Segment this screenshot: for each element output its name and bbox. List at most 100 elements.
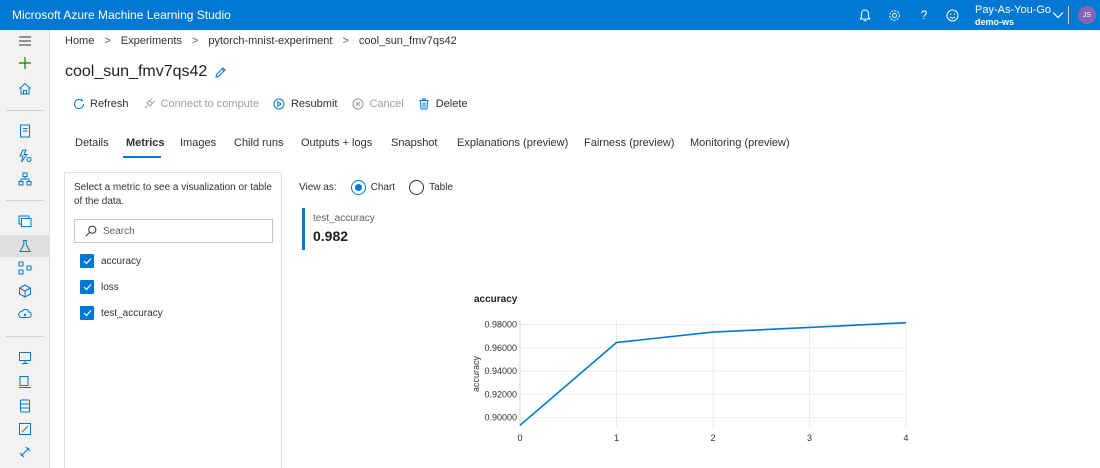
metric-checkbox-loss[interactable]: loss [80, 280, 119, 294]
models-icon[interactable] [17, 283, 33, 299]
view-as-label: View as: [299, 182, 337, 193]
metric-label: test_accuracy [101, 307, 163, 319]
breadcrumb-experiment[interactable]: pytorch-mnist-experiment [208, 35, 332, 47]
header-divider [1068, 6, 1069, 24]
linked-services-icon[interactable] [17, 444, 33, 460]
gear-icon[interactable] [886, 7, 902, 23]
avatar[interactable]: JS [1078, 6, 1096, 24]
experiments-icon[interactable] [0, 235, 49, 257]
compute-icon[interactable] [17, 350, 33, 366]
command-bar: Refresh Connect to compute Resubmit Canc… [72, 97, 482, 110]
metric-summary-card: test_accuracy 0.982 [302, 208, 422, 250]
chevron-down-icon[interactable] [1050, 7, 1066, 23]
chevron-right-icon: > [342, 35, 349, 47]
resubmit-button[interactable]: Resubmit [273, 97, 337, 110]
trash-icon [418, 97, 431, 110]
pipelines-icon[interactable] [17, 260, 33, 276]
plus-icon[interactable] [17, 55, 33, 71]
cancel-button[interactable]: Cancel [351, 97, 404, 110]
metric-checkbox-accuracy[interactable]: accuracy [80, 254, 141, 268]
environments-icon[interactable] [17, 374, 33, 390]
help-icon[interactable]: ? [916, 7, 932, 23]
chevron-right-icon: > [191, 35, 199, 47]
chart-radio-label: Chart [370, 182, 396, 193]
checkmark-icon [80, 306, 94, 320]
radio-selected-icon [350, 180, 366, 195]
x-tick-label: 2 [710, 433, 715, 443]
checkmark-icon [80, 280, 94, 294]
breadcrumb-run: cool_sun_fmv7qs42 [358, 35, 457, 47]
chevron-right-icon: > [104, 35, 111, 47]
chart-title: accuracy [474, 294, 518, 305]
metric-checkbox-test-accuracy[interactable]: test_accuracy [80, 306, 163, 320]
tab-outputs-logs[interactable]: Outputs + logs [301, 137, 372, 149]
cancel-label: Cancel [369, 97, 404, 110]
accuracy-line-chart: accuracy accuracy 0.90000 0.92000 0.94000 0… [471, 294, 909, 443]
bell-icon[interactable] [857, 7, 873, 23]
home-icon[interactable] [17, 80, 33, 96]
y-tick-label: 0.90000 [484, 413, 517, 423]
kpi-value: 0.982 [313, 228, 349, 244]
tab-details[interactable]: Details [75, 137, 109, 149]
rail-divider [6, 336, 44, 337]
connect-to-compute-button[interactable]: Connect to compute [143, 97, 259, 110]
search-icon [85, 225, 97, 237]
tab-child-runs[interactable]: Child runs [234, 137, 284, 149]
y-tick-label: 0.92000 [484, 389, 517, 399]
tab-monitoring[interactable]: Monitoring (preview) [690, 137, 790, 149]
search-placeholder: Search [103, 225, 135, 237]
checkmark-icon [80, 254, 94, 268]
y-axis-label: accuracy [471, 355, 481, 392]
left-nav-rail [0, 30, 50, 468]
breadcrumb-experiments[interactable]: Experiments [121, 35, 182, 47]
metrics-search-input[interactable]: Search [74, 219, 273, 243]
table-radio[interactable]: Table [409, 180, 453, 195]
metric-label: accuracy [101, 255, 142, 267]
active-tab-indicator [123, 156, 161, 158]
datasets-icon[interactable] [17, 213, 33, 229]
plug-icon [143, 97, 156, 110]
resubmit-label: Resubmit [290, 97, 338, 110]
breadcrumb-home[interactable]: Home [65, 35, 94, 47]
delete-label: Delete [435, 97, 468, 110]
subscription-name: Pay-As-You-Go [975, 4, 1052, 16]
labeling-icon[interactable] [17, 421, 33, 437]
cancel-circle-icon [351, 97, 364, 110]
y-tick-label: 0.96000 [484, 343, 517, 353]
rail-divider [6, 200, 44, 201]
tab-metrics[interactable]: Metrics [126, 137, 165, 149]
tab-snapshot[interactable]: Snapshot [391, 137, 437, 149]
edit-pencil-icon[interactable] [214, 66, 227, 79]
delete-button[interactable]: Delete [418, 97, 468, 110]
tab-images[interactable]: Images [180, 137, 216, 149]
refresh-label: Refresh [90, 97, 129, 110]
designer-icon[interactable] [17, 171, 33, 187]
y-tick-label: 0.98000 [484, 319, 517, 329]
chart-radio[interactable]: Chart [350, 180, 396, 195]
subscription-switcher[interactable]: Pay-As-You-Go demo-ws [975, 4, 1051, 28]
connect-label: Connect to compute [160, 97, 259, 110]
x-tick-label: 1 [614, 433, 619, 443]
breadcrumb: Home > Experiments > pytorch-mnist-exper… [65, 35, 457, 47]
feedback-smiley-icon[interactable] [944, 7, 960, 23]
play-circle-icon [273, 97, 286, 110]
refresh-button[interactable]: Refresh [72, 97, 129, 110]
refresh-icon [72, 97, 85, 110]
kpi-label: test_accuracy [313, 213, 375, 224]
x-tick-label: 0 [517, 433, 522, 443]
hamburger-icon[interactable] [17, 33, 33, 49]
tab-fairness[interactable]: Fairness (preview) [584, 137, 674, 149]
notebook-icon[interactable] [17, 123, 33, 139]
view-as-toggle: View as: Chart Table [299, 180, 453, 195]
endpoints-icon[interactable] [17, 306, 33, 322]
page-title: cool_sun_fmv7qs42 [65, 63, 227, 81]
radio-unselected-icon [409, 180, 425, 195]
automl-icon[interactable] [17, 148, 33, 164]
run-name: cool_sun_fmv7qs42 [65, 63, 208, 80]
metrics-panel-description: Select a metric to see a visualization o… [74, 182, 272, 207]
tab-explanations[interactable]: Explanations (preview) [457, 137, 568, 149]
rail-divider [6, 110, 44, 111]
datastores-icon[interactable] [17, 398, 33, 414]
y-tick-label: 0.94000 [484, 366, 517, 376]
x-tick-label: 3 [807, 433, 812, 443]
